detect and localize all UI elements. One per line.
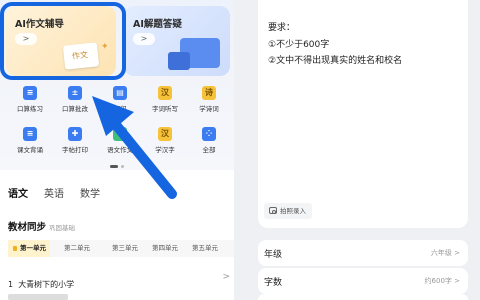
ai-qa-card[interactable]: AI解题答疑 > — [124, 6, 230, 76]
partial-row — [258, 294, 468, 300]
screen: AI作文辅导 > 作文 ✦ AI解题答疑 > ≡ 口算练习 ± 口算批改 ▤ 打… — [0, 0, 480, 300]
textbook-section-header: 教材同步 巩固基础 — [8, 215, 75, 234]
tool-label: 全部 — [202, 146, 216, 154]
tool-calc-practice[interactable]: ≡ 口算练习 — [8, 86, 52, 113]
section-subtitle: 巩固基础 — [49, 224, 76, 232]
unit-tabs: 第一单元 第二单元 第三单元 第四单元 第五单元 — [8, 240, 234, 257]
tab-chinese[interactable]: 语文 — [8, 185, 28, 200]
ai-qa-title: AI解题答疑 — [133, 19, 182, 30]
tab-english[interactable]: 英语 — [44, 185, 64, 200]
grade-row[interactable]: 年级 六年级 > — [258, 240, 468, 266]
poetry-icon: 诗 — [202, 86, 216, 100]
camera-icon — [269, 207, 277, 214]
word-count-row[interactable]: 字数 约600字 > — [258, 268, 468, 294]
tool-all[interactable]: ⁘ 全部 — [187, 127, 231, 154]
unit-tab-3[interactable]: 第三单元 — [112, 240, 138, 257]
ai-qa-go-button[interactable]: > — [133, 33, 155, 45]
home-panel: AI作文辅导 > 作文 ✦ AI解题答疑 > ≡ 口算练习 ± 口算批改 ▤ 打… — [0, 0, 234, 300]
unit-tab-5[interactable]: 第五单元 — [192, 240, 218, 257]
unit-tab-2[interactable]: 第二单元 — [64, 240, 90, 257]
requirements-title: 要求： — [268, 23, 296, 33]
copybook-icon: ✚ — [68, 127, 82, 141]
grade-value: 六年级 > — [430, 249, 460, 257]
requirements-card: 要求： ①不少于600字 ②文中不得出现真实的姓名和校名 拍照录入 — [258, 0, 468, 228]
unit-tab-4[interactable]: 第四单元 — [152, 240, 178, 257]
grade-label: 年级 — [264, 250, 283, 260]
recite-icon: ≡ — [23, 127, 37, 141]
list-item-partial — [8, 294, 68, 300]
requirement-item: ①不少于600字 — [268, 40, 330, 50]
tool-label: 学诗词 — [199, 105, 219, 113]
tool-label: 口算练习 — [17, 105, 43, 113]
all-apps-icon: ⁘ — [202, 127, 216, 141]
unit-tab-1[interactable]: 第一单元 — [8, 240, 50, 257]
tool-poetry[interactable]: 诗 学诗词 — [187, 86, 231, 113]
calc-check-icon: ± — [68, 86, 82, 100]
camera-icon — [168, 52, 190, 70]
photo-input-button[interactable]: 拍照录入 — [264, 203, 312, 219]
lesson-number: 1 — [8, 280, 14, 289]
requirement-item: ②文中不得出现真实的姓名和校名 — [268, 56, 403, 66]
word-count-value: 约600字 > — [424, 277, 460, 285]
tool-label: 课文背诵 — [17, 146, 43, 154]
lesson-item[interactable]: 1 大青树下的小学 > — [8, 272, 230, 289]
lesson-name: 大青树下的小学 — [18, 280, 75, 289]
photo-input-label: 拍照录入 — [280, 207, 306, 215]
tool-recite[interactable]: ≡ 课文背诵 — [8, 127, 52, 154]
word-count-label: 字数 — [264, 278, 283, 288]
chevron-right-icon: > — [222, 272, 230, 282]
highlight-frame — [0, 2, 126, 80]
pointer-arrow-icon — [92, 96, 177, 199]
section-title: 教材同步 — [8, 222, 47, 233]
calc-practice-icon: ≡ — [23, 86, 37, 100]
